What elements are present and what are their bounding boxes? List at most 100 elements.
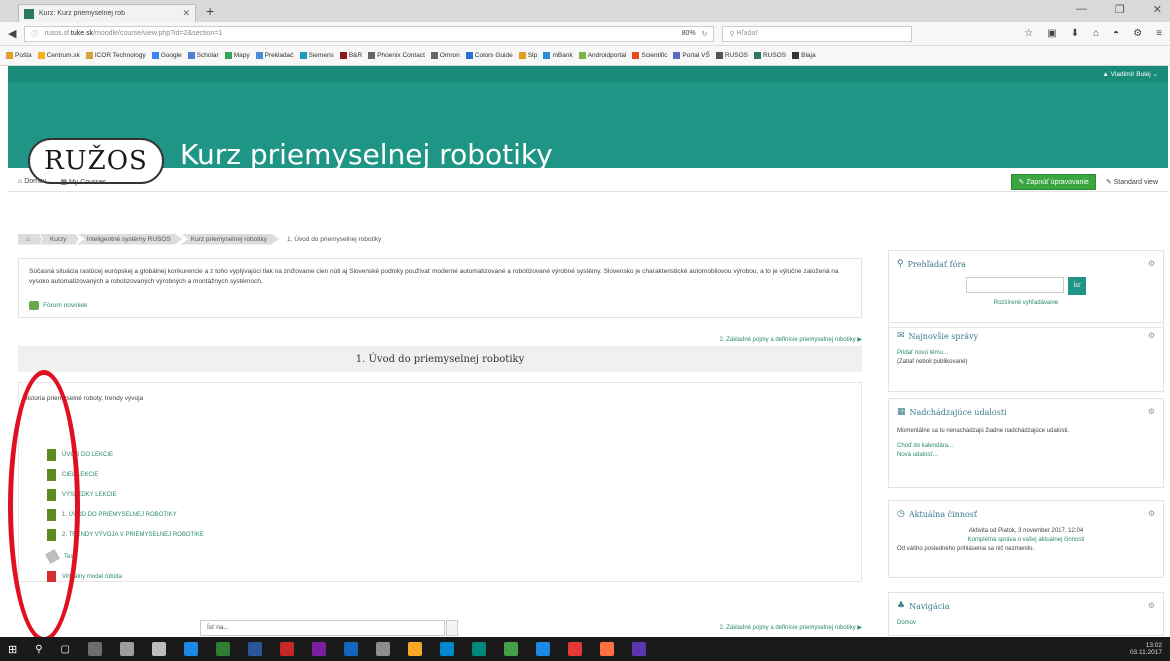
bookmark-item[interactable]: Prekladač [255,52,294,59]
jump-to-select[interactable]: Ísť na... [200,620,458,636]
extension-icon[interactable]: ⚙ [1133,28,1142,39]
pocket-icon[interactable]: ◓ [1113,28,1119,39]
bookmark-label: Portal VŠ [682,52,710,59]
next-section-link[interactable]: 2. Základné pojmy a definície priemyseln… [18,336,862,343]
chevron-down-icon[interactable]: ⌄ [1151,70,1158,78]
bookmark-item[interactable]: B&R [339,52,362,59]
search-icon[interactable]: ⚲ [35,644,42,655]
minimize-icon[interactable]: — [1076,3,1087,16]
app-icon[interactable] [184,642,198,656]
app-icon[interactable] [440,642,454,656]
section-box: Historia priemyselné roboty, trendy vývo… [18,382,862,582]
view-mode-link[interactable]: ✎ Standard view [1106,178,1158,186]
bookmark-item[interactable]: Phoenix Contact [368,52,425,59]
full-report-link[interactable]: Kompletná správa o vašej aktuálnej činno… [897,536,1155,545]
bookmark-item[interactable]: Siemens [299,52,334,59]
menu-icon[interactable]: ≡ [1156,28,1162,39]
bookmark-item[interactable]: Scholar [187,52,219,59]
bookmark-item[interactable]: Centrum.sk [37,52,80,59]
gear-icon[interactable]: ⚙ [1148,331,1155,340]
user-menu[interactable]: Vladimír Bulej [1111,71,1151,78]
onenote-icon[interactable] [312,642,326,656]
site-title[interactable]: Kurz priemyselnej robotiky [180,138,553,171]
bookmark-item[interactable]: ICOR Technology [85,52,146,59]
breadcrumb-category[interactable]: Inteligentné systémy RUSOS [76,233,183,245]
app-icon[interactable] [120,642,134,656]
gear-icon[interactable]: ⚙ [1148,601,1155,610]
clipboard-icon[interactable]: ▣ [1047,28,1056,39]
breadcrumb-courses[interactable]: Kurzy [39,233,79,245]
url-bar[interactable]: ⓘ rusos.sf.tuke.sk/moodle/course/view.ph… [24,25,715,42]
bookmark-item[interactable]: Pošta [6,52,32,59]
app-icon[interactable] [632,642,646,656]
home-icon[interactable]: ⌂ [1093,28,1099,39]
new-event-link[interactable]: Nová udalosť... [897,451,1155,460]
download-icon[interactable]: ⬇ [1071,28,1079,39]
bookmark-item[interactable]: Blaja [792,52,816,59]
calendar-link[interactable]: Choď do kalendára... [897,442,1155,451]
app-icon[interactable] [344,642,358,656]
bookmark-item[interactable]: Stp [518,52,537,59]
breadcrumb-home[interactable]: ⌂ [18,233,42,245]
upcoming-empty-text: Momentálne sa tu nenachádzajú žiadne nad… [897,428,1070,434]
browser-tab[interactable]: Kurz: Kurz priemyselnej rob ✕ [18,4,196,22]
bookmark-item[interactable]: Omron [430,52,460,59]
next-section-link-bottom[interactable]: 2. Základné pojmy a definície priemyseln… [720,624,862,631]
nav-home-link[interactable]: Domov [897,619,1155,628]
edit-mode-button[interactable]: ✎ Zapnúť úpravovanie [1011,173,1096,190]
bookmark-item[interactable]: RUSOS [715,52,748,59]
excel-icon[interactable] [216,642,230,656]
pdf-reader-icon[interactable] [568,642,582,656]
bookmark-item[interactable]: Google [151,52,182,59]
bookmark-item[interactable]: Mapy [224,52,250,59]
star-icon[interactable]: ☆ [1024,28,1033,39]
gear-icon[interactable]: ⚙ [1148,509,1155,518]
block-title: Prehľadať fóra [907,259,967,269]
bookmark-item[interactable]: mBank [543,52,573,59]
my-courses-link[interactable]: ▦ My Courses [60,178,106,186]
app-icon[interactable] [536,642,550,656]
windows-start-icon[interactable]: ⊞ [8,643,17,656]
reload-icon[interactable]: ↻ [702,30,708,38]
gear-icon[interactable]: ⚙ [1148,259,1155,268]
forum-search-input[interactable] [966,277,1064,293]
zoom-level[interactable]: 80% [682,30,696,37]
bookmark-icon [339,52,347,59]
app-icon[interactable] [504,642,518,656]
app-icon[interactable] [472,642,486,656]
task-view-icon[interactable]: ▢ [61,644,70,655]
bookmark-item[interactable]: Scientific [632,52,667,59]
view-mode-label: Standard view [1113,178,1158,186]
close-window-icon[interactable]: ✕ [1153,3,1162,16]
add-topic-link[interactable]: Pridať novú tému... [897,349,1155,358]
bookmark-item[interactable]: Colors Guide [465,52,513,59]
forum-search-button[interactable]: Ísť [1068,277,1086,295]
back-icon[interactable]: ◀ [8,27,16,40]
app-icon[interactable] [376,642,390,656]
system-tray-clock[interactable]: 13:02 03.11.2017 [1130,642,1162,656]
red-highlight-oval [8,370,80,642]
gear-icon[interactable]: ⚙ [1148,407,1155,416]
bookmark-item[interactable]: Androidportal [578,52,626,59]
forum-link[interactable]: Fórum noviniek [29,301,851,310]
word-icon[interactable] [248,642,262,656]
advanced-search-link[interactable]: Rozšírené vyhľadávanie [897,299,1155,308]
calculator-icon[interactable] [152,642,166,656]
bookmark-icon [715,52,723,59]
bookmark-item[interactable]: Portal VŠ [673,52,710,59]
search-box[interactable]: ⚲ Hľadať [722,25,913,42]
home-link[interactable]: ⌂ Domov [18,178,46,185]
app-icon[interactable] [408,642,422,656]
breadcrumb-course[interactable]: Kurz priemyselnej robotiky [180,233,279,245]
bookmark-item[interactable]: RUSOS [753,52,786,59]
clock-date: 03.11.2017 [1129,649,1162,656]
powerpoint-icon[interactable] [280,642,294,656]
app-icon[interactable] [88,642,102,656]
dropdown-arrow-icon[interactable] [446,620,458,636]
maximize-icon[interactable]: ❐ [1115,3,1125,16]
close-tab-icon[interactable]: ✕ [182,8,190,19]
new-tab-button[interactable]: + [206,3,214,19]
forum-icon [29,301,39,310]
block-news: ✉ Najnovšie správy ⚙ Pridať novú tému... … [888,322,1164,392]
firefox-icon[interactable] [600,642,614,656]
